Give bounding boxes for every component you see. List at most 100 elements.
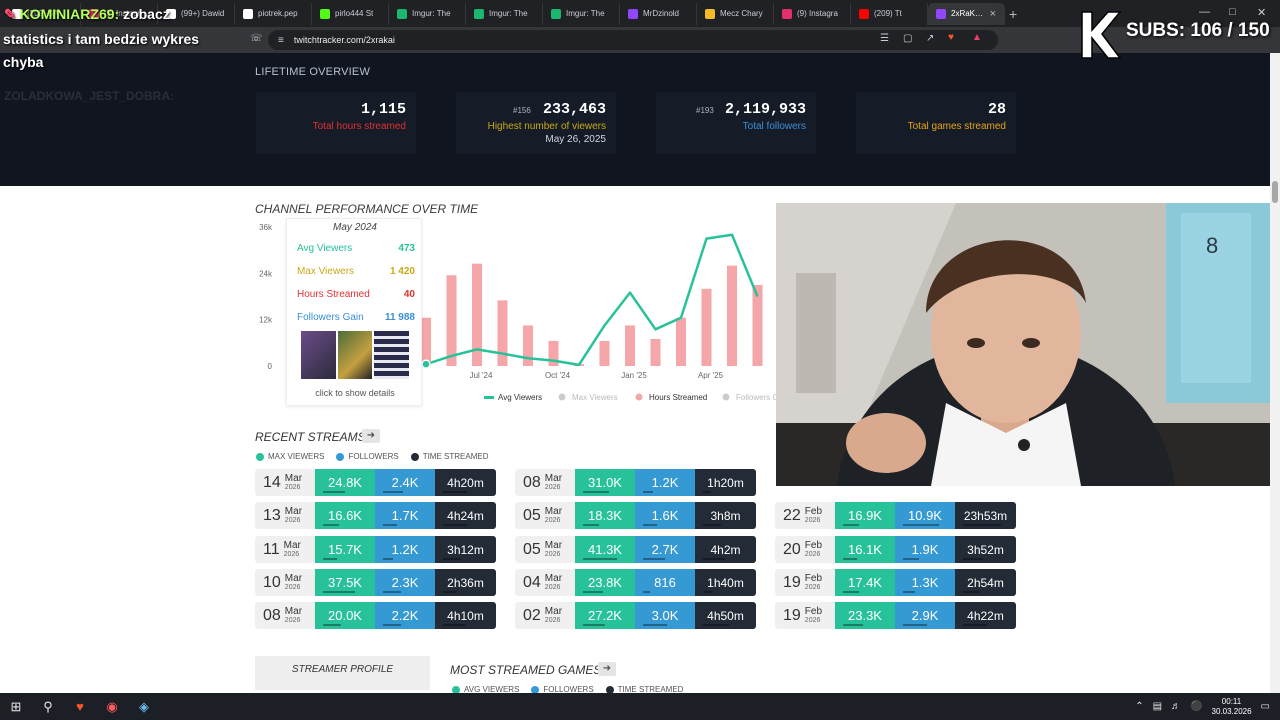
stream-row[interactable]: 08 Mar 2026 31.0K 1.2K 1h20m xyxy=(515,469,756,496)
followers-cell-value: 3.0K xyxy=(651,608,679,623)
followers-cell: 2.3K xyxy=(375,569,435,596)
time-streamed-cell: 1h40m xyxy=(695,569,756,596)
bookmark-icon[interactable]: ☏ xyxy=(250,33,263,44)
recent-streams-arrow-button[interactable]: ➜ xyxy=(362,429,380,443)
taskbar-clock[interactable]: 00:11 30.03.2026 xyxy=(1212,697,1252,717)
brave-rewards-icon[interactable]: ▲ xyxy=(972,32,982,43)
lifetime-stat-card: 2,119,933 #193 Total followers xyxy=(656,92,816,154)
chat-message-header: ✎ KOMINIARZ69: zobacz xyxy=(4,6,170,23)
stream-month: Mar xyxy=(544,605,563,617)
stream-row[interactable]: 05 Mar 2026 41.3K 2.7K 4h2m xyxy=(515,536,756,563)
legend-dot xyxy=(256,452,264,461)
maximize-icon[interactable]: □ xyxy=(1229,6,1236,18)
browser-tab[interactable]: Mecz Chary xyxy=(697,2,774,25)
followers-cell: 2.9K xyxy=(895,602,955,629)
page-scrollbar[interactable] xyxy=(1270,53,1280,693)
x-tick-label: Apr '25 xyxy=(698,371,724,380)
tab-close-icon[interactable]: × xyxy=(990,8,996,20)
site-info-icon[interactable]: ≡ xyxy=(278,35,284,46)
time-streamed-cell-value: 3h52m xyxy=(967,542,1004,557)
browser-tab[interactable]: Imgur: The xyxy=(389,2,466,25)
just-chatting-thumbnail[interactable] xyxy=(301,331,336,379)
stream-month-year: Feb 2026 xyxy=(805,540,822,559)
scroll-thumb[interactable] xyxy=(1272,181,1278,203)
system-tray: ⌃ ▤ ♬ ⚫ 00:11 30.03.2026 ▭ xyxy=(1135,693,1270,720)
avg-viewers-point xyxy=(421,359,431,369)
screen-icon[interactable]: ▢ xyxy=(903,33,912,44)
max-viewers-cell-value: 20.0K xyxy=(328,608,362,623)
share-icon[interactable]: ↗ xyxy=(926,33,934,44)
stream-month: Mar xyxy=(544,472,563,484)
stream-row[interactable]: 08 Mar 2026 20.0K 2.2K 4h10m xyxy=(255,602,496,629)
browser-tab[interactable]: (9) Instagra xyxy=(774,2,851,25)
stream-row[interactable]: 13 Mar 2026 16.6K 1.7K 4h24m xyxy=(255,502,496,529)
music-thumbnail[interactable] xyxy=(374,331,410,379)
followers-cell-value: 816 xyxy=(654,575,676,590)
show-details-link[interactable]: click to show details xyxy=(287,388,423,398)
followers-cell: 1.6K xyxy=(635,502,695,529)
search-icon[interactable]: ⚲ xyxy=(32,693,64,720)
browser-tab[interactable]: 2xRaKai - T × xyxy=(928,2,1005,25)
stream-row[interactable]: 20 Feb 2026 16.1K 1.9K 3h52m xyxy=(775,536,1016,563)
tooltip-game-thumbnails[interactable] xyxy=(301,331,410,379)
translate-icon[interactable]: ☰ xyxy=(880,33,889,44)
volume-icon[interactable]: ♬ xyxy=(1171,701,1181,712)
time-streamed-cell: 4h2m xyxy=(695,536,756,563)
browser-tab[interactable]: Imgur: The xyxy=(466,2,543,25)
chart-legend-item[interactable]: Hours Streamed xyxy=(635,393,708,402)
tray-overflow-icon[interactable]: ⌃ xyxy=(1135,701,1143,712)
stream-row[interactable]: 05 Mar 2026 18.3K 1.6K 3h8m xyxy=(515,502,756,529)
gta-v-thumbnail[interactable] xyxy=(337,331,373,379)
stream-day: 08 xyxy=(523,473,541,491)
time-streamed-cell: 2h36m xyxy=(435,569,496,596)
steam-icon[interactable]: ◈ xyxy=(128,693,160,720)
stat-label: Total followers xyxy=(742,121,806,132)
cell-progress-bar xyxy=(843,591,859,593)
tooltip-label: Avg Viewers xyxy=(297,243,353,254)
stream-month: Feb xyxy=(804,605,823,617)
notifications-icon[interactable]: ▭ xyxy=(1261,701,1270,712)
stat-value: 1,115 xyxy=(360,101,406,118)
tiktok-icon xyxy=(243,8,253,19)
chart-legend-item[interactable]: Avg Viewers xyxy=(484,393,542,402)
cell-progress-bar xyxy=(443,624,465,626)
browser-tab[interactable]: (209) Tt xyxy=(851,2,928,25)
tooltip-row: Avg Viewers 473 xyxy=(297,243,415,254)
stream-row[interactable]: 10 Mar 2026 37.5K 2.3K 2h36m xyxy=(255,569,496,596)
followers-cell-value: 2.7K xyxy=(651,542,679,557)
hours-streamed-bar xyxy=(446,275,457,366)
stream-row[interactable]: 22 Feb 2026 16.9K 10.9K 23h53m xyxy=(775,502,1016,529)
legend-line-swatch xyxy=(484,396,494,399)
new-tab-icon[interactable]: + xyxy=(1009,6,1017,22)
tooltip-label: Followers Gain xyxy=(297,312,364,323)
x-tick-label: Jan '25 xyxy=(621,371,647,380)
streamer-profile-card[interactable]: STREAMER PROFILE xyxy=(255,656,430,690)
brave-shield-icon[interactable]: ♥ xyxy=(948,32,954,43)
close-window-icon[interactable]: ✕ xyxy=(1257,6,1266,19)
obs-icon[interactable]: ◉ xyxy=(96,693,128,720)
cell-progress-bar xyxy=(323,624,341,626)
most-streamed-games-arrow-button[interactable]: ➜ xyxy=(598,662,616,676)
windows-start-icon[interactable]: ⊞ xyxy=(0,693,32,720)
stream-row[interactable]: 19 Feb 2026 17.4K 1.3K 2h54m xyxy=(775,569,1016,596)
stream-row[interactable]: 02 Mar 2026 27.2K 3.0K 4h50m xyxy=(515,602,756,629)
chart-legend-item[interactable]: Followers G xyxy=(722,393,779,402)
chart-legend-item[interactable]: Max Viewers xyxy=(558,393,618,402)
kick-icon xyxy=(320,8,330,19)
browser-tab[interactable]: pirlo444 St xyxy=(312,2,389,25)
cell-progress-bar xyxy=(583,624,605,626)
stream-row[interactable]: 04 Mar 2026 23.8K 816 1h40m xyxy=(515,569,756,596)
browser-tab[interactable]: MrDzinold xyxy=(620,2,697,25)
cell-progress-bar xyxy=(583,524,599,526)
stream-row[interactable]: 11 Mar 2026 15.7K 1.2K 3h12m xyxy=(255,536,496,563)
browser-tab[interactable]: piotrek.pep xyxy=(235,2,312,25)
browser-tab[interactable]: Imgur: The xyxy=(543,2,620,25)
stream-row[interactable]: 19 Feb 2026 23.3K 2.9K 4h22m xyxy=(775,602,1016,629)
mic-icon[interactable]: ⚫ xyxy=(1190,701,1202,712)
stream-month: Mar xyxy=(544,505,563,517)
brave-browser-icon[interactable]: ♥ xyxy=(64,693,96,720)
stream-row[interactable]: 14 Mar 2026 24.8K 2.4K 4h20m xyxy=(255,469,496,496)
network-icon[interactable]: ▤ xyxy=(1153,701,1162,712)
stream-year: 2026 xyxy=(544,516,561,524)
minimize-icon[interactable]: — xyxy=(1199,6,1210,18)
